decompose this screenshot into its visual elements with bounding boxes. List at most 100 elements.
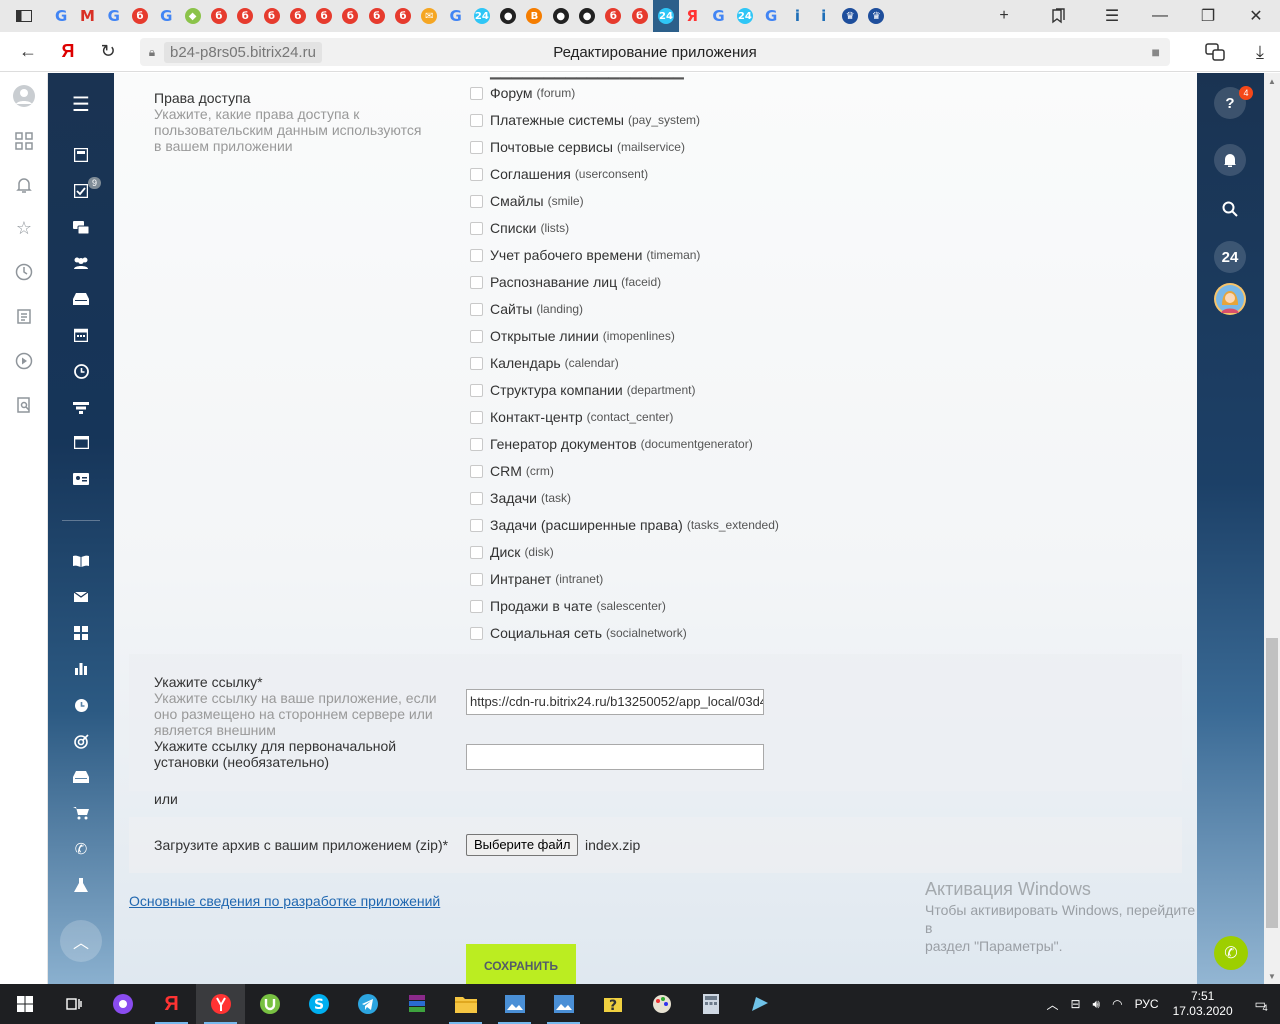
- browser-menu-icon[interactable]: ☰: [1088, 0, 1136, 32]
- menu-apps-icon[interactable]: [48, 618, 114, 648]
- phone-call-button[interactable]: ✆: [1214, 936, 1248, 970]
- permission-checkbox[interactable]: [470, 275, 483, 289]
- menu-tasks-icon[interactable]: [48, 176, 114, 206]
- browser-tab[interactable]: G: [101, 0, 127, 32]
- task-view-icon[interactable]: [49, 984, 98, 1024]
- browser-tab[interactable]: G: [48, 0, 74, 32]
- menu-time-icon[interactable]: [48, 690, 114, 720]
- permission-row[interactable]: Задачи (task): [470, 488, 571, 508]
- browser-tab[interactable]: б: [285, 0, 311, 32]
- browser-tab[interactable]: б: [232, 0, 258, 32]
- telegram-icon[interactable]: [343, 984, 392, 1024]
- alice-icon[interactable]: [98, 984, 147, 1024]
- permission-row[interactable]: Учет рабочего времени (timeman): [470, 245, 700, 265]
- permission-checkbox[interactable]: [470, 86, 483, 100]
- url-field[interactable]: 🔒︎ b24-p8rs05.bitrix24.ru Редактирование…: [140, 38, 1170, 66]
- permission-checkbox[interactable]: [470, 221, 483, 235]
- browser-tab[interactable]: G: [705, 0, 731, 32]
- user-avatar-icon[interactable]: [0, 81, 48, 111]
- menu-chat-icon[interactable]: [48, 213, 114, 243]
- scroll-thumb[interactable]: [1266, 638, 1278, 928]
- help-tool-icon[interactable]: ?: [588, 984, 637, 1024]
- browser-tab[interactable]: ♛: [837, 0, 863, 32]
- download-icon[interactable]: ⤓: [1240, 32, 1280, 72]
- permission-checkbox[interactable]: [470, 248, 483, 262]
- menu-burger-icon[interactable]: ☰: [48, 89, 114, 119]
- scroll-down-arrow[interactable]: ▼: [1264, 968, 1280, 984]
- browser-tab[interactable]: б: [390, 0, 416, 32]
- browser-tab[interactable]: 24: [469, 0, 495, 32]
- permission-checkbox[interactable]: [470, 329, 483, 343]
- star-icon[interactable]: ☆: [0, 213, 48, 243]
- save-button[interactable]: СОХРАНИТЬ: [466, 944, 576, 984]
- permission-checkbox[interactable]: [470, 140, 483, 154]
- snipping-tool-icon[interactable]: [735, 984, 784, 1024]
- browser-tab[interactable]: i: [811, 0, 837, 32]
- clock[interactable]: 7:51 17.03.2020: [1165, 989, 1241, 1019]
- menu-feed-icon[interactable]: [48, 140, 114, 170]
- permission-checkbox[interactable]: [470, 167, 483, 181]
- restore-button[interactable]: ❐: [1184, 0, 1232, 32]
- user-avatar[interactable]: [1214, 283, 1246, 315]
- menu-sites-icon[interactable]: [48, 427, 114, 457]
- translate-icon[interactable]: [1190, 32, 1240, 72]
- document-search-icon[interactable]: [0, 390, 48, 420]
- permission-checkbox[interactable]: [470, 194, 483, 208]
- menu-shop-icon[interactable]: [48, 798, 114, 828]
- permission-checkbox[interactable]: [470, 302, 483, 316]
- utorrent-icon[interactable]: [245, 984, 294, 1024]
- menu-mail-icon[interactable]: [48, 582, 114, 612]
- browser-tab[interactable]: б: [206, 0, 232, 32]
- start-button[interactable]: [0, 984, 49, 1024]
- install-link-input[interactable]: [466, 744, 764, 770]
- permission-row[interactable]: Списки (lists): [470, 218, 569, 238]
- browser-tab[interactable]: б: [600, 0, 626, 32]
- reload-button[interactable]: ↻: [88, 32, 128, 72]
- browser-tab[interactable]: ●: [495, 0, 521, 32]
- menu-storage-icon[interactable]: [48, 762, 114, 792]
- history-icon[interactable]: [0, 257, 48, 287]
- browser-tab[interactable]: G: [758, 0, 784, 32]
- permission-row[interactable]: Распознавание лиц (faceid): [470, 272, 661, 292]
- scroll-up-arrow[interactable]: ▲: [1264, 73, 1280, 89]
- browser-tab[interactable]: G: [153, 0, 179, 32]
- browser-tab[interactable]: ●: [574, 0, 600, 32]
- dev-docs-link[interactable]: Основные сведения по разработке приложен…: [129, 893, 440, 909]
- menu-calendar-icon[interactable]: [48, 320, 114, 350]
- permission-checkbox[interactable]: [470, 491, 483, 505]
- browser-tab[interactable]: ♛: [863, 0, 889, 32]
- browser-tab[interactable]: б: [337, 0, 363, 32]
- permission-row[interactable]: Почтовые сервисы (mailservice): [470, 137, 685, 157]
- menu-reports-icon[interactable]: [48, 653, 114, 683]
- apps-grid-icon[interactable]: [0, 126, 48, 156]
- bookmark-icon[interactable]: ■: [1152, 44, 1160, 60]
- permission-checkbox[interactable]: [470, 356, 483, 370]
- yandex-icon[interactable]: Я: [48, 32, 88, 72]
- collections-icon[interactable]: [1028, 0, 1088, 32]
- permission-row[interactable]: Смайлы (smile): [470, 191, 584, 211]
- skype-icon[interactable]: S: [294, 984, 343, 1024]
- permission-checkbox[interactable]: [470, 383, 483, 397]
- permission-checkbox[interactable]: [470, 572, 483, 586]
- minimize-button[interactable]: —: [1136, 0, 1184, 32]
- permission-checkbox[interactable]: [470, 410, 483, 424]
- permission-checkbox[interactable]: [470, 437, 483, 451]
- menu-knowledge-icon[interactable]: [48, 546, 114, 576]
- browser-tab[interactable]: i: [784, 0, 810, 32]
- permission-row[interactable]: CRM (crm): [470, 461, 554, 481]
- permission-row[interactable]: Интранет (intranet): [470, 569, 603, 589]
- page-scrollbar[interactable]: ▲ ▼: [1264, 73, 1280, 984]
- menu-contacts-icon[interactable]: [48, 464, 114, 494]
- search-icon[interactable]: [1214, 193, 1246, 225]
- permission-row[interactable]: Открытые линии (imopenlines): [470, 326, 675, 346]
- winrar-icon[interactable]: [392, 984, 441, 1024]
- yandex-app[interactable]: [196, 984, 245, 1024]
- permission-row[interactable]: Задачи (расширенные права) (tasks_extende…: [470, 515, 779, 535]
- browser-tab[interactable]: б: [127, 0, 153, 32]
- volume-icon[interactable]: 🔊︎: [1087, 997, 1107, 1012]
- file-explorer-icon[interactable]: [441, 984, 490, 1024]
- browser-tab[interactable]: б: [364, 0, 390, 32]
- permission-row[interactable]: Диск (disk): [470, 542, 554, 562]
- notifications-icon[interactable]: [1214, 144, 1246, 176]
- notes-icon[interactable]: [0, 301, 48, 331]
